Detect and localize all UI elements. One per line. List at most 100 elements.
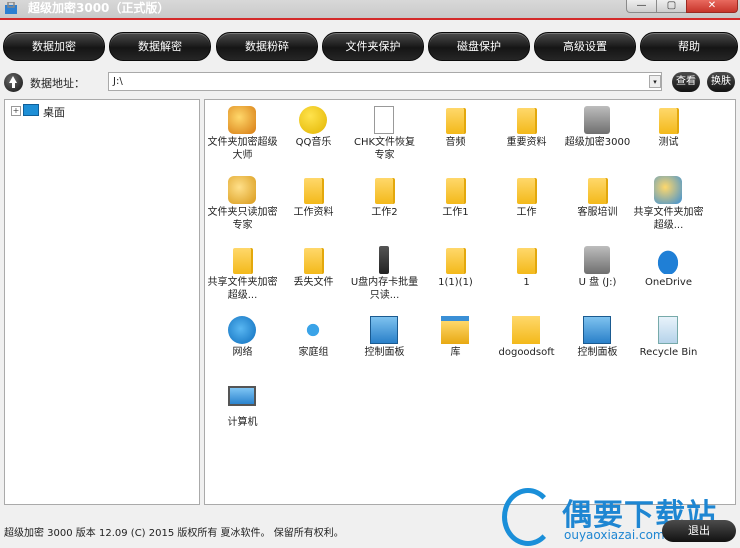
list-item[interactable]: 工作 <box>491 170 562 240</box>
folder-icon <box>375 178 393 204</box>
homegroup-icon <box>299 316 327 344</box>
control-panel-icon <box>583 316 611 344</box>
desktop-icon <box>23 104 39 116</box>
folder-icon <box>446 248 464 274</box>
folder-icon <box>446 108 464 134</box>
close-button[interactable]: ✕ <box>686 0 738 13</box>
item-label: 计算机 <box>227 417 258 428</box>
switch-skin-button[interactable]: 换肤 <box>707 72 735 92</box>
item-label: 文件夹只读加密专家 <box>207 207 278 231</box>
item-label: U 盘 (J:) <box>578 277 617 288</box>
item-label: CHK文件恢复专家 <box>353 137 416 161</box>
list-item[interactable]: 超级加密3000 <box>562 100 633 170</box>
list-item[interactable]: 文件夹只读加密专家 <box>207 170 278 240</box>
list-item[interactable]: 网络 <box>207 310 278 380</box>
onedrive-cloud-icon <box>654 246 682 274</box>
list-item[interactable]: 客服培训 <box>562 170 633 240</box>
folder-icon <box>304 248 322 274</box>
app-shared-folder-icon <box>654 176 682 204</box>
list-item[interactable]: 工作1 <box>420 170 491 240</box>
encrypt-button[interactable]: 数据加密 <box>3 32 105 61</box>
item-label: 工作2 <box>371 207 398 218</box>
list-item[interactable]: 库 <box>420 310 491 380</box>
app-drive-icon <box>584 106 610 134</box>
list-item[interactable]: U 盘 (J:) <box>562 240 633 310</box>
status-text: 超级加密 3000 版本 12.09 (C) 2015 版权所有 夏冰软件。 保… <box>4 528 344 539</box>
maximize-button[interactable]: ▢ <box>656 0 687 13</box>
expand-icon[interactable]: + <box>11 106 21 116</box>
list-item[interactable]: 控制面板 <box>562 310 633 380</box>
folder-tree: + 桌面 <box>4 99 200 505</box>
usb-app-icon <box>379 246 389 274</box>
list-item[interactable]: 音频 <box>420 100 491 170</box>
folder-icon <box>517 178 535 204</box>
list-item[interactable]: 测试 <box>633 100 704 170</box>
item-label: 客服培训 <box>577 207 618 218</box>
chevron-down-icon[interactable]: ▾ <box>649 75 661 88</box>
list-item[interactable]: 文件夹加密超级大师 <box>207 100 278 170</box>
folder-protect-button[interactable]: 文件夹保护 <box>322 32 424 61</box>
item-label: 重要资料 <box>506 137 547 148</box>
item-label: 测试 <box>658 137 679 148</box>
list-item[interactable]: 家庭组 <box>278 310 349 380</box>
app-icon <box>4 1 18 15</box>
list-item[interactable]: 工作2 <box>349 170 420 240</box>
list-item[interactable]: 1 <box>491 240 562 310</box>
folder-icon <box>446 178 464 204</box>
item-label: 工作1 <box>442 207 469 218</box>
view-button[interactable]: 查看 <box>672 72 700 92</box>
folder-icon <box>588 178 606 204</box>
item-label: 网络 <box>232 347 253 358</box>
item-label: 文件夹加密超级大师 <box>207 137 278 161</box>
list-item[interactable]: U盘内存卡批量只读... <box>349 240 420 310</box>
watermark-url: ouyaoxiazai.com <box>564 528 665 542</box>
item-label: 工作资料 <box>293 207 334 218</box>
list-item[interactable]: dogoodsoft <box>491 310 562 380</box>
list-item[interactable]: 丢失文件 <box>278 240 349 310</box>
list-item[interactable]: 重要资料 <box>491 100 562 170</box>
list-item[interactable]: 控制面板 <box>349 310 420 380</box>
folder-icon <box>517 108 535 134</box>
recycle-bin-icon <box>658 316 678 344</box>
window-title: 超级加密3000（正式版） <box>28 1 170 15</box>
computer-icon <box>228 386 256 406</box>
list-item[interactable]: QQ音乐 <box>278 100 349 170</box>
usb-drive-icon <box>584 246 610 274</box>
up-arrow-icon[interactable] <box>4 73 23 92</box>
item-label: QQ音乐 <box>295 137 332 148</box>
list-item[interactable]: CHK文件恢复专家 <box>349 100 420 170</box>
folder-icon <box>659 108 677 134</box>
help-button[interactable]: 帮助 <box>640 32 738 61</box>
list-item[interactable]: 计算机 <box>207 380 278 450</box>
disk-protect-button[interactable]: 磁盘保护 <box>428 32 530 61</box>
address-input[interactable]: J:\ <box>108 72 662 91</box>
file-view: 文件夹加密超级大师 QQ音乐 CHK文件恢复专家 音频 重要资料 超级加密3000 测试文件… <box>204 99 736 505</box>
network-icon <box>228 316 256 344</box>
list-item[interactable]: 共享文件夹加密超级... <box>633 170 704 240</box>
app-folder-lock-icon <box>228 106 256 134</box>
item-label: 家庭组 <box>298 347 329 358</box>
shred-button[interactable]: 数据粉碎 <box>216 32 318 61</box>
item-label: OneDrive <box>644 277 693 288</box>
address-label: 数据地址： <box>30 77 85 90</box>
list-item[interactable]: 1(1)(1) <box>420 240 491 310</box>
minimize-button[interactable]: — <box>626 0 657 13</box>
item-label: 音频 <box>445 137 466 148</box>
item-label: 共享文件夹加密超级... <box>633 207 704 231</box>
item-label: 控制面板 <box>577 347 618 358</box>
exit-button[interactable]: 退出 <box>662 520 736 542</box>
item-label: Recycle Bin <box>639 347 698 358</box>
qq-music-icon <box>299 106 327 134</box>
folder-icon <box>304 178 322 204</box>
address-bar: 数据地址： J:\ ▾ 查看 换肤 <box>0 70 740 96</box>
advanced-settings-button[interactable]: 高级设置 <box>534 32 636 61</box>
list-item[interactable]: Recycle Bin <box>633 310 704 380</box>
folder-icon <box>517 248 535 274</box>
list-item[interactable]: 工作资料 <box>278 170 349 240</box>
item-label: 超级加密3000 <box>564 137 631 148</box>
library-icon <box>441 316 469 344</box>
list-item[interactable]: OneDrive <box>633 240 704 310</box>
list-item[interactable]: 共享文件夹加密超级... <box>207 240 278 310</box>
decrypt-button[interactable]: 数据解密 <box>109 32 211 61</box>
item-label: U盘内存卡批量只读... <box>350 277 419 301</box>
